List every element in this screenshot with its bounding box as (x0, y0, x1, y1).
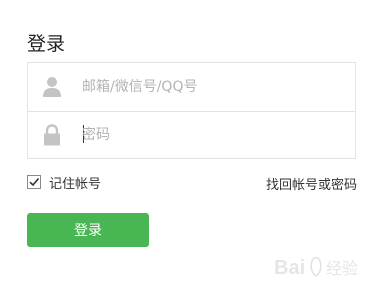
remember-checkbox[interactable] (27, 175, 41, 189)
watermark-logo: Bai 经验 (274, 257, 358, 279)
forgot-account-link[interactable]: 找回帐号或密码 (266, 174, 357, 193)
lock-icon (42, 124, 62, 146)
svg-text:经验: 经验 (326, 260, 358, 278)
user-icon (42, 76, 62, 98)
login-button[interactable]: 登录 (27, 213, 149, 247)
account-input[interactable] (82, 76, 342, 98)
password-row (28, 111, 355, 159)
password-input[interactable] (82, 124, 342, 146)
login-form (27, 62, 356, 159)
page-title: 登录 (27, 33, 66, 55)
remember-label: 记住帐号 (49, 176, 102, 192)
checkmark-icon (29, 177, 40, 187)
svg-text:Bai: Bai (274, 257, 305, 279)
account-row (28, 63, 355, 112)
login-page: 登录 邮箱/微信号/QQ号 记住帐号 找回帐号或密码 登录 Bai 经验 (0, 0, 389, 298)
remember-account[interactable]: 记住帐号 (27, 173, 102, 192)
